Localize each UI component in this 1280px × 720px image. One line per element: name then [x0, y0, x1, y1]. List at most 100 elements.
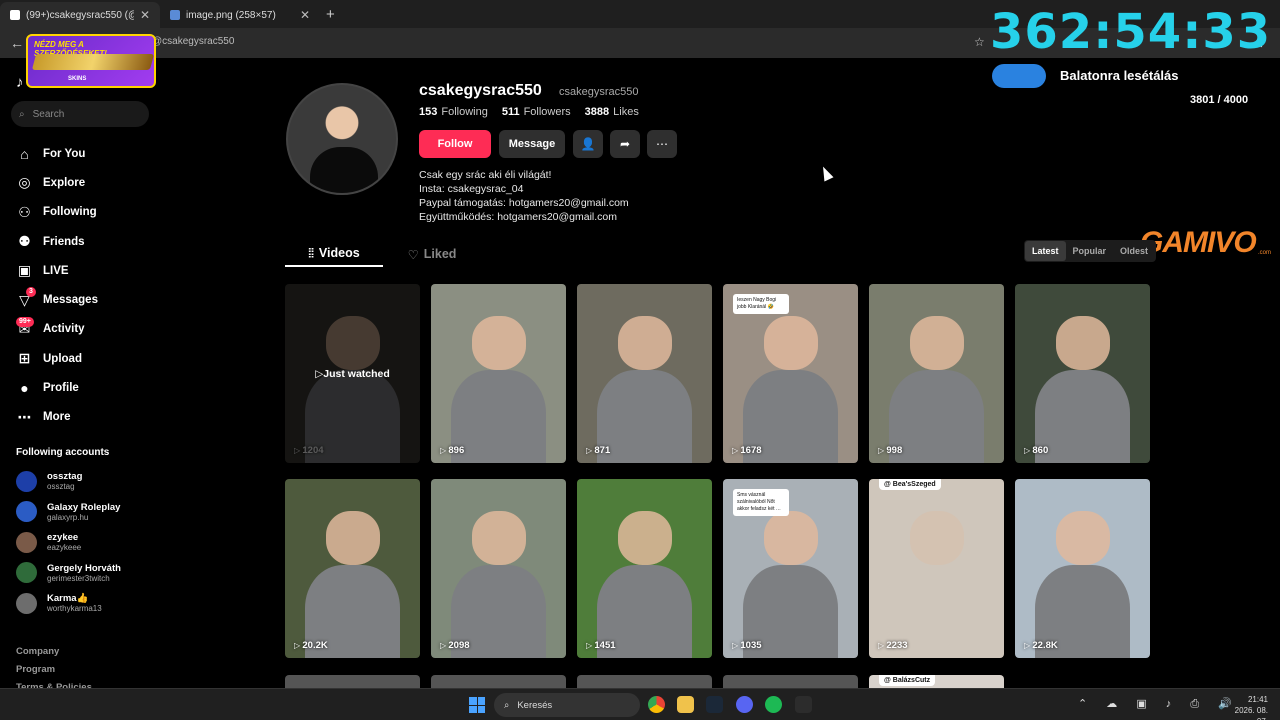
- tab-liked[interactable]: ♡ Liked: [383, 241, 481, 267]
- file-explorer-icon[interactable]: [677, 696, 694, 713]
- system-tray-icons[interactable]: ⌃ ☁ ▣ ♪ ⎙ 🔊: [1078, 697, 1240, 711]
- comment-caption: Ieszen Nagy Bogi jobb Klaránál 🤣: [733, 294, 789, 314]
- video-card[interactable]: 22.8K: [1015, 479, 1150, 658]
- view-count: 871: [586, 445, 610, 456]
- windows-start-icon[interactable]: [469, 697, 485, 713]
- back-arrow-icon[interactable]: ←: [10, 35, 24, 51]
- following-account[interactable]: ezykee eazykeee: [16, 527, 121, 558]
- search-input[interactable]: ⌕ Search: [11, 101, 149, 127]
- subathon-timer: 362:54:33: [990, 4, 1272, 60]
- bio-line: Együttműködés: hotgamers20@gmail.com: [419, 211, 617, 223]
- sort-popular[interactable]: Popular: [1066, 241, 1114, 261]
- tab-title: image.png (258×57): [186, 9, 276, 21]
- taskbar-search[interactable]: ⌕ Keresés: [494, 693, 640, 717]
- avatar: [16, 470, 37, 492]
- video-card[interactable]: 20.2K: [285, 479, 420, 658]
- follow-button[interactable]: Follow: [419, 130, 491, 158]
- video-thumbnail: [1055, 316, 1110, 370]
- sidebar-item-more[interactable]: ⋯ More: [16, 403, 98, 432]
- clock-time: 21:41: [1247, 695, 1268, 704]
- bookmark-star-icon[interactable]: ☆: [974, 35, 985, 49]
- sidebar-item-label: Upload: [43, 352, 82, 365]
- footer-link-program[interactable]: Program: [16, 661, 92, 679]
- video-card[interactable]: [723, 675, 858, 689]
- following-account[interactable]: ossztag osszta​g: [16, 466, 121, 497]
- close-tab-icon[interactable]: ✕: [140, 8, 150, 22]
- video-card[interactable]: 896: [431, 284, 566, 463]
- sort-latest[interactable]: Latest: [1025, 241, 1066, 261]
- footer-link-company[interactable]: Company: [16, 643, 92, 661]
- close-tab-icon[interactable]: ✕: [300, 8, 310, 22]
- followers-count: 511: [501, 106, 520, 118]
- spotify-icon[interactable]: [765, 696, 782, 713]
- video-card[interactable]: @ Bea'sSzeged 2233: [869, 479, 1004, 658]
- video-card[interactable]: [285, 675, 420, 689]
- profile-avatar[interactable]: [286, 83, 398, 195]
- sidebar-item-profile[interactable]: ● Profile: [16, 373, 98, 402]
- messages-badge: 3: [26, 287, 36, 298]
- browser-tab-tiktok[interactable]: (99+)csakegysrac550 (@csa ✕: [0, 2, 160, 28]
- message-button[interactable]: Message: [499, 130, 565, 158]
- following-account[interactable]: Karma👍 worthykarma13: [16, 588, 121, 619]
- steam-icon[interactable]: [706, 696, 723, 713]
- video-card[interactable]: [577, 675, 712, 689]
- video-card[interactable]: 998: [869, 284, 1004, 463]
- video-card[interactable]: @ BalázsCutz: [869, 675, 1004, 689]
- profile-handle: csakegysrac550: [559, 86, 639, 98]
- following-account[interactable]: Galaxy Roleplay galaxyrp.hu: [16, 497, 121, 528]
- account-username: gerimester3twitch: [47, 573, 110, 583]
- add-friend-icon[interactable]: 👤: [573, 130, 603, 158]
- following-label: Following: [441, 106, 488, 118]
- video-card[interactable]: 2098: [431, 479, 566, 658]
- tiktok-note-icon: ♪: [16, 74, 24, 91]
- sidebar-item-friends[interactable]: ⚉ Friends: [16, 227, 98, 256]
- sidebar-item-upload[interactable]: ⊞ Upload: [16, 344, 98, 373]
- view-count: 860: [1024, 445, 1048, 456]
- video-card[interactable]: Sms vásznál szálnivalóból Nőt akkor fela…: [723, 479, 858, 658]
- sidebar-item-activity[interactable]: ✉ 99+ Activity: [16, 315, 98, 344]
- comment-caption: Sms vásznál szálnivalóból Nőt akkor fela…: [733, 489, 789, 516]
- profile-name: csakegysrac550: [419, 82, 542, 99]
- profile-icon: ●: [20, 380, 29, 397]
- taskbar-clock[interactable]: 21:41 2026. 08. 07.: [1222, 694, 1268, 720]
- account-username: osszta​g: [47, 482, 75, 492]
- video-card[interactable]: 860: [1015, 284, 1150, 463]
- followers-stat[interactable]: 511 Followers: [502, 106, 571, 118]
- video-thumbnail: [471, 511, 526, 565]
- browser-tab-image[interactable]: image.png (258×57) ✕: [160, 2, 320, 28]
- sidebar-item-label: Following: [43, 206, 97, 219]
- video-card[interactable]: 1451: [577, 479, 712, 658]
- video-thumbnail-body: [1035, 369, 1130, 463]
- upload-icon: ⊞: [18, 350, 31, 367]
- sidebar-item-messages[interactable]: ▽ 3 Messages: [16, 285, 98, 314]
- search-placeholder: Search: [32, 108, 65, 120]
- sidebar-item-for-you[interactable]: ⌂ For You: [16, 139, 98, 168]
- goal-title: Balatonra lesétálás: [1060, 68, 1179, 83]
- obs-icon[interactable]: [795, 696, 812, 713]
- likes-count: 3888: [584, 106, 610, 118]
- sidebar-item-live[interactable]: ▣ LIVE: [16, 256, 98, 285]
- url-field[interactable]: @csakegysrac550: [152, 36, 234, 47]
- sidebar-item-label: For You: [43, 147, 86, 160]
- video-thumbnail: [909, 511, 964, 565]
- sidebar-item-explore[interactable]: ◎ Explore: [16, 168, 98, 197]
- chrome-icon[interactable]: [648, 696, 665, 713]
- sidebar-item-following[interactable]: ⚇ Following: [16, 198, 98, 227]
- following-account[interactable]: Gergely Horváth gerimester3twitch: [16, 558, 121, 589]
- account-username: galaxyrp.hu: [47, 512, 89, 522]
- discord-icon[interactable]: [736, 696, 753, 713]
- more-options-icon[interactable]: ⋯: [647, 130, 677, 158]
- sidebar-item-label: More: [43, 411, 71, 424]
- live-icon: ▣: [17, 262, 32, 279]
- grid-icon: ⦙⦙: [308, 245, 314, 260]
- video-card[interactable]: Ieszen Nagy Bogi jobb Klaránál 🤣 1678: [723, 284, 858, 463]
- video-card[interactable]: 871: [577, 284, 712, 463]
- share-icon[interactable]: ➦: [610, 130, 640, 158]
- tab-videos[interactable]: ⦙⦙ Videos: [285, 241, 383, 267]
- video-card[interactable]: [431, 675, 566, 689]
- following-stat[interactable]: 153 Following: [419, 106, 488, 118]
- more-icon: ⋯: [17, 408, 32, 425]
- new-tab-button[interactable]: +: [326, 6, 335, 28]
- view-count: 22.8K: [1024, 640, 1057, 651]
- sort-oldest[interactable]: Oldest: [1113, 241, 1155, 261]
